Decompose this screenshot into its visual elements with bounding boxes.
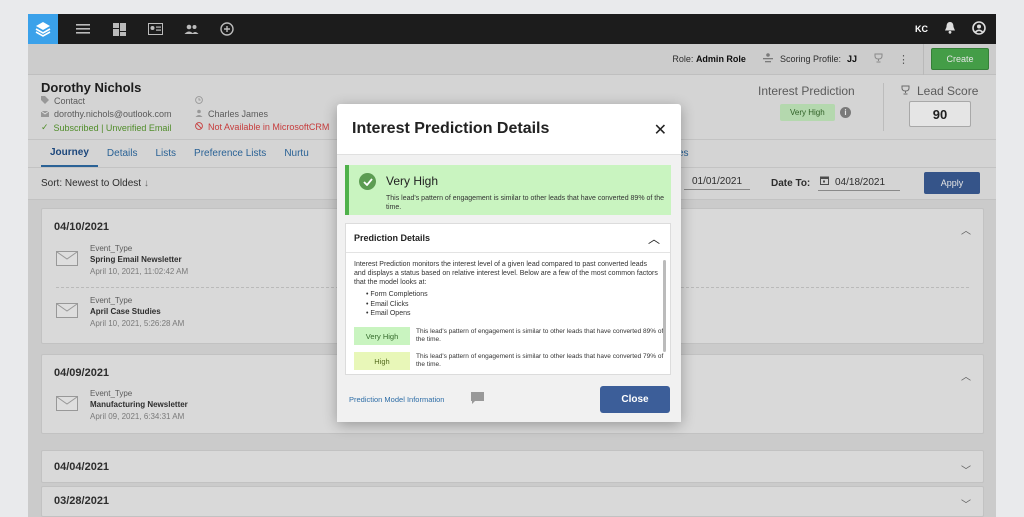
check-circle-icon <box>359 173 376 190</box>
divider <box>346 252 670 253</box>
dashboard-icon[interactable] <box>110 20 128 38</box>
prediction-model-link[interactable]: Prediction Model Information <box>349 395 444 404</box>
level-badge: Very High <box>354 327 410 345</box>
comment-icon[interactable] <box>471 392 484 407</box>
account-icon[interactable] <box>972 20 986 38</box>
factor-list: Form Completions Email Clicks Email Open… <box>366 290 428 319</box>
prediction-status-card: Very High This lead's pattern of engagem… <box>345 165 671 215</box>
prediction-details-panel: Prediction Details ︿ Interest Prediction… <box>345 223 671 375</box>
contact-card-icon[interactable] <box>146 20 164 38</box>
chevron-up-icon[interactable]: ︿ <box>648 230 660 247</box>
level-row: Very High This lead's pattern of engagem… <box>354 327 666 345</box>
list-item: Email Opens <box>366 309 428 319</box>
menu-icon[interactable] <box>74 20 92 38</box>
level-desc: This lead's pattern of engagement is sim… <box>416 353 664 368</box>
bell-icon[interactable] <box>944 21 956 37</box>
prediction-details-heading: Prediction Details <box>354 233 431 243</box>
interest-prediction-modal: Interest Prediction Details ✕ Very High … <box>337 104 681 422</box>
add-circle-icon[interactable] <box>218 20 236 38</box>
level-row: High This lead's pattern of engagement i… <box>354 352 666 370</box>
close-button[interactable]: Close <box>600 386 670 413</box>
level-badge: High <box>354 352 410 370</box>
people-icon[interactable] <box>182 20 200 38</box>
modal-body: Very High This lead's pattern of engagem… <box>337 154 681 422</box>
prediction-details-text: Interest Prediction monitors the interes… <box>354 261 658 286</box>
list-item: Form Completions <box>366 290 427 300</box>
top-navigation-bar: KC <box>28 14 996 44</box>
layers-icon[interactable] <box>28 14 58 44</box>
scrollbar[interactable] <box>663 260 666 352</box>
user-initials[interactable]: KC <box>915 24 928 34</box>
modal-title: Interest Prediction Details <box>352 120 550 137</box>
close-icon[interactable]: ✕ <box>654 120 667 140</box>
prediction-status-desc: This lead's pattern of engagement is sim… <box>386 195 664 211</box>
level-desc: This lead's pattern of engagement is sim… <box>416 328 664 343</box>
list-item: Email Clicks <box>366 300 428 310</box>
prediction-status-title: Very High <box>386 174 439 188</box>
